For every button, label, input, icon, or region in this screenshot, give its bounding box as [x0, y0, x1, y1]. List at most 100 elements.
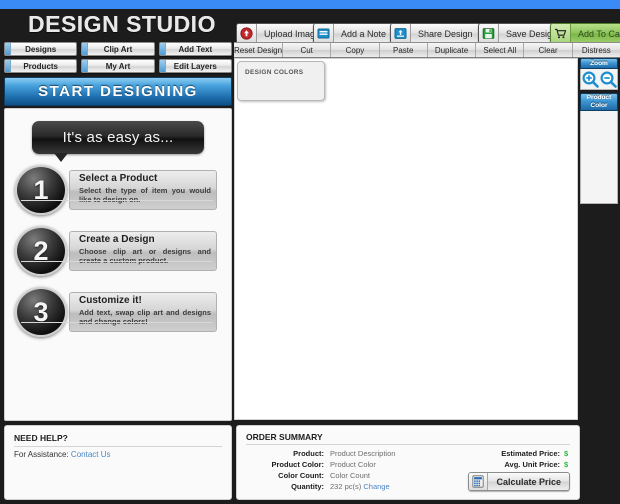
edit-toolbar: Reset Design Cut Copy Paste Duplicate Se… [234, 42, 620, 58]
start-designing-label: START DESIGNING [38, 83, 198, 100]
order-summary-rows: Product: Product Description Product Col… [246, 448, 441, 492]
order-row-label: Color Count: [278, 471, 324, 480]
product-color-panel-title: Product Color [580, 93, 618, 111]
step-divider [21, 322, 213, 323]
app-header: DESIGN STUDIO Upload Image Add a Note Sh… [0, 9, 620, 44]
magnifier-minus-icon[interactable] [599, 70, 617, 88]
contact-us-link[interactable]: Contact Us [71, 450, 111, 459]
step-item-2: 2 Create a Design Choose clip art or des… [11, 226, 223, 276]
share-design-button[interactable]: Share Design [390, 23, 481, 44]
order-row-value: Product Description [330, 449, 396, 458]
change-quantity-link[interactable]: Change [363, 482, 389, 491]
quantity-value: 232 pc(s) [330, 482, 362, 491]
sidebar-item-my-art[interactable]: My Art [81, 59, 155, 73]
design-colors-label: DESIGN COLORS [245, 69, 304, 76]
step-number-badge: 1 [15, 165, 67, 215]
add-note-button[interactable]: Add a Note [313, 23, 395, 44]
step-number-badge: 2 [15, 226, 67, 276]
design-colors-panel[interactable]: DESIGN COLORS [237, 61, 325, 101]
step-divider [21, 200, 213, 201]
order-row-label: Estimated Price: [501, 449, 560, 458]
step-description: Choose clip art or designs and create a … [79, 247, 211, 265]
onboarding-steps-panel: It's as easy as... 1 Select a Product Se… [4, 108, 232, 421]
sidebar-item-label: Designs [25, 44, 57, 54]
easy-as-bubble: It's as easy as... [32, 121, 204, 162]
need-help-prefix: For Assistance: [14, 450, 69, 459]
note-icon [314, 24, 334, 43]
order-row-avg-unit-price: Avg. Unit Price: $ [442, 459, 574, 470]
order-row-value: $ [564, 449, 569, 458]
order-row-value: Product Color [330, 460, 376, 469]
app-logo: DESIGN STUDIO [28, 11, 216, 37]
need-help-panel: NEED HELP? For Assistance: Contact Us [4, 425, 232, 500]
step-title: Create a Design [79, 234, 155, 245]
shopping-cart-icon [551, 24, 571, 43]
easy-as-label: It's as easy as... [62, 129, 174, 146]
order-summary-price-rows: Estimated Price: $ Avg. Unit Price: $ [442, 448, 574, 470]
order-row-label: Quantity: [291, 482, 324, 491]
add-to-cart-button[interactable]: Add To Cart [550, 23, 620, 44]
select-all-button[interactable]: Select All [476, 43, 525, 57]
product-color-title-line1: Product [586, 94, 612, 101]
step-item-1: 1 Select a Product Select the type of it… [11, 165, 223, 215]
sidebar-item-edit-layers[interactable]: Edit Layers [158, 59, 232, 73]
design-canvas[interactable]: DESIGN COLORS [234, 58, 578, 420]
sidebar-item-clip-art[interactable]: Clip Art [81, 42, 155, 56]
zoom-panel-title: Zoom [580, 58, 618, 69]
sidebar-item-label: Add Text [178, 44, 213, 54]
add-to-cart-label: Add To Cart [578, 28, 620, 39]
sidebar-item-label: Clip Art [103, 44, 133, 54]
order-row-label: Product: [293, 449, 324, 458]
sidebar-item-label: My Art [105, 61, 131, 71]
calculator-icon [469, 473, 489, 490]
order-row-value: Color Count [330, 471, 371, 480]
calculate-price-label: Calculate Price [496, 476, 561, 487]
sidebar-item-products[interactable]: Products [4, 59, 78, 73]
upload-arrow-icon [237, 24, 257, 43]
need-help-divider [14, 446, 222, 447]
paste-button[interactable]: Paste [380, 43, 428, 57]
left-nav: Designs Clip Art Add Text Products My Ar… [4, 42, 232, 76]
reset-design-button[interactable]: Reset Design [234, 43, 284, 57]
clear-button[interactable]: Clear [524, 43, 573, 57]
need-help-line: For Assistance: Contact Us [14, 450, 111, 459]
sidebar-item-add-text[interactable]: Add Text [158, 42, 232, 56]
magnifier-plus-icon[interactable] [581, 70, 599, 88]
order-row-product: Product: Product Description [246, 448, 441, 459]
sidebar-item-label: Edit Layers [173, 61, 217, 71]
order-row-product-color: Product Color: Product Color [246, 459, 441, 470]
duplicate-button[interactable]: Duplicate [428, 43, 477, 57]
copy-button[interactable]: Copy [331, 43, 380, 57]
step-description: Add text, swap clip art and designs and … [79, 308, 211, 326]
top-accent-strip [0, 0, 620, 9]
order-row-value: 232 pc(s) Change [324, 481, 390, 492]
share-icon [391, 24, 411, 43]
sidebar-item-label: Products [23, 61, 58, 71]
product-color-title-line2: Color [590, 102, 608, 109]
order-row-value: $ [564, 460, 569, 469]
design-studio-app: DESIGN STUDIO Upload Image Add a Note Sh… [0, 0, 620, 504]
order-row-color-count: Color Count: Color Count [246, 470, 441, 481]
step-divider [21, 261, 213, 262]
floppy-disk-icon [479, 24, 499, 43]
zoom-panel-body [580, 69, 618, 90]
step-item-3: 3 Customize it! Add text, swap clip art … [11, 287, 223, 337]
product-color-swatch-list[interactable] [580, 111, 618, 204]
left-nav-row-2: Products My Art Edit Layers [4, 59, 232, 73]
step-title: Customize it! [79, 295, 142, 306]
order-summary-panel: ORDER SUMMARY Product: Product Descripti… [236, 425, 580, 500]
right-rail: Zoom Product Color [580, 58, 618, 204]
order-row-estimated-price: Estimated Price: $ [442, 448, 574, 459]
need-help-title: NEED HELP? [14, 433, 68, 443]
left-nav-row-1: Designs Clip Art Add Text [4, 42, 232, 56]
calculate-price-button[interactable]: Calculate Price [468, 472, 570, 491]
distress-button[interactable]: Distress [573, 43, 620, 57]
step-description: Select the type of item you would like t… [79, 186, 211, 204]
order-row-label: Avg. Unit Price: [504, 460, 560, 469]
order-summary-title: ORDER SUMMARY [246, 432, 323, 442]
sidebar-item-designs[interactable]: Designs [4, 42, 78, 56]
share-design-label: Share Design [418, 28, 473, 39]
cut-button[interactable]: Cut [283, 43, 332, 57]
order-summary-divider [246, 444, 570, 445]
add-note-label: Add a Note [341, 28, 387, 39]
